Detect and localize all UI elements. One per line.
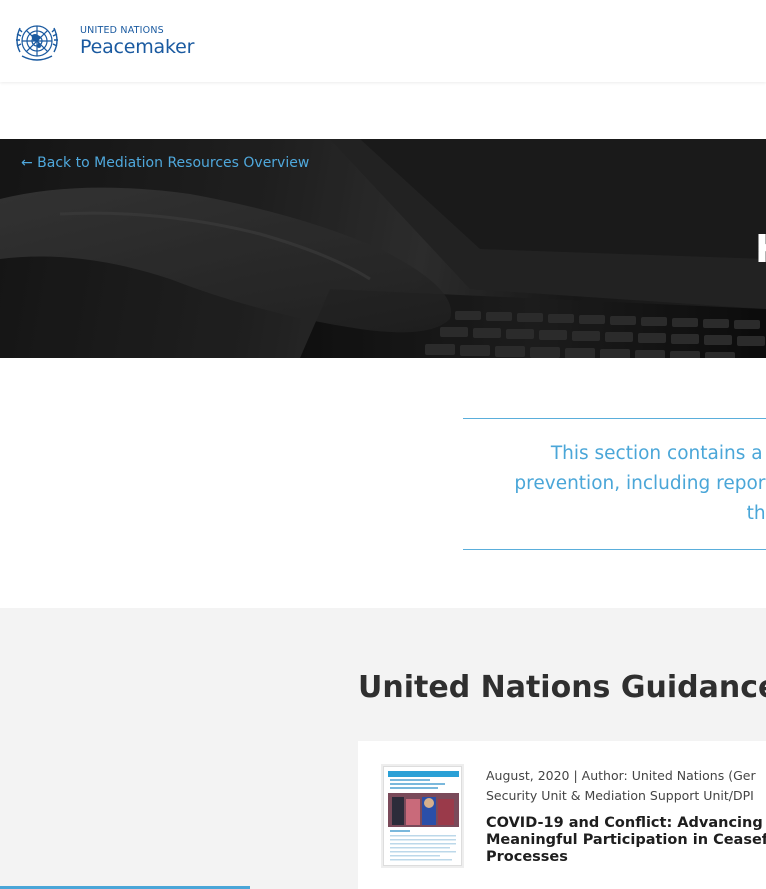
hero-background-image [0, 139, 766, 358]
document-thumbnail[interactable] [383, 766, 462, 866]
logo-small-text: UNITED NATIONS [80, 24, 164, 36]
site-header: UNITED NATIONS Peacemaker [0, 0, 766, 82]
intro-line: the Se [746, 503, 766, 524]
resource-title-line: Meaningful Participation in Ceasefi [486, 832, 766, 848]
resource-title-line: COVID-19 and Conflict: Advancing W [486, 815, 766, 831]
un-peacemaker-logo[interactable]: UNITED NATIONS Peacemaker [8, 16, 228, 66]
intro-line: prevention, including reports of [514, 473, 766, 494]
logo-big-text: Peacemaker [80, 35, 195, 58]
resource-title-link[interactable]: COVID-19 and Conflict: Advancing W Meani… [486, 815, 766, 866]
hero-banner: ← Back to Mediation Resources Overview K [0, 139, 766, 358]
un-emblem-icon [16, 25, 58, 61]
resource-meta-line: Security Unit & Mediation Support Unit/D… [486, 788, 754, 803]
intro-line: This section contains a sele [550, 443, 766, 464]
document-thumbnail-image [384, 767, 461, 865]
intro-text: This section contains a sele prevention,… [466, 439, 766, 529]
resource-meta-line: August, 2020 | Author: United Nations (G… [486, 768, 756, 783]
guidance-section: United Nations Guidance August, 2020 | A… [0, 608, 766, 889]
resource-title-line: Processes [486, 849, 568, 865]
resource-card[interactable]: August, 2020 | Author: United Nations (G… [358, 741, 766, 889]
section-title: United Nations Guidance [358, 670, 766, 705]
resource-meta: August, 2020 | Author: United Nations (G… [486, 766, 766, 806]
logo-wordmark: UNITED NATIONS Peacemaker [80, 25, 194, 58]
back-to-mediation-resources-link[interactable]: ← Back to Mediation Resources Overview [21, 155, 309, 171]
page-title: K [755, 227, 766, 271]
intro-section: This section contains a sele prevention,… [463, 418, 766, 550]
